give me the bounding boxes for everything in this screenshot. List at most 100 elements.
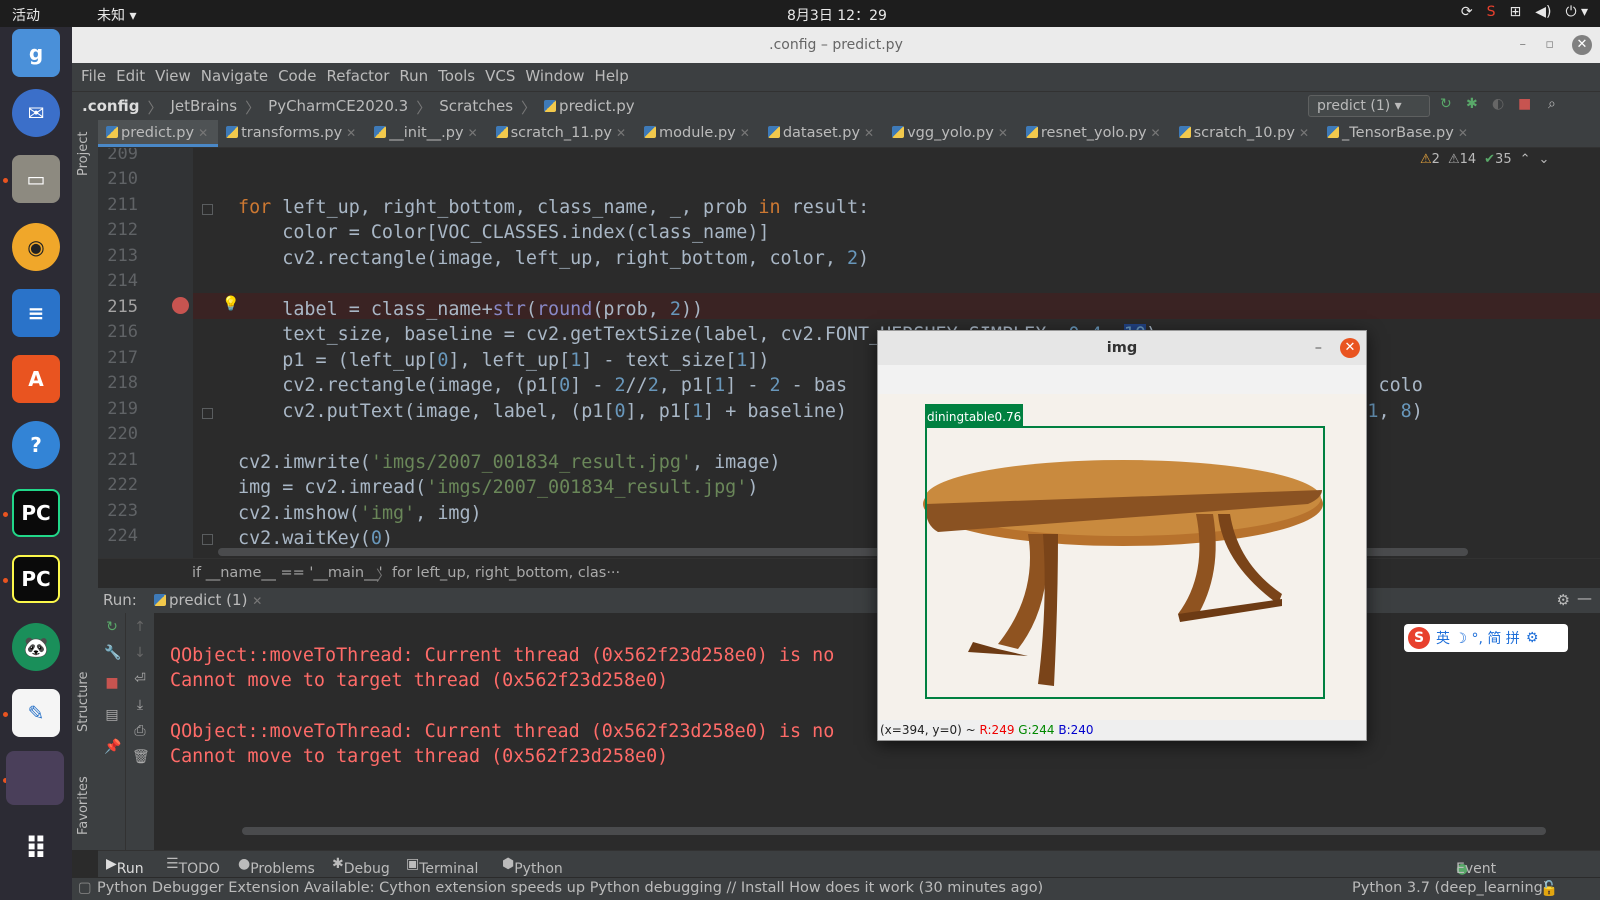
code-editor[interactable]: 209 210 211 212 213 214 215 216 217 218 … [98,148,1600,558]
wrench-icon[interactable]: 🔧 [104,645,121,661]
panda-icon[interactable]: 🐼 [12,623,60,671]
text-editor-icon[interactable]: ✎ [12,689,60,737]
layout-icon[interactable]: ▤ [104,707,120,723]
maximize-button[interactable]: ▫ [1545,27,1554,63]
search-icon[interactable]: ⌕ [1548,96,1556,112]
lightbulb-icon[interactable]: 💡 [222,296,239,312]
close-tab-icon[interactable]: ✕ [346,126,356,140]
files-icon[interactable]: ▭ [12,155,60,203]
help-icon[interactable]: ? [12,421,60,469]
stop-icon[interactable]: ■ [1518,96,1531,112]
debug-icon[interactable]: ✱ [1466,96,1478,112]
writer-icon[interactable]: ≡ [12,289,60,337]
chevron-up-icon[interactable]: ⌃ [1520,152,1531,167]
close-tab-icon[interactable]: ✕ [468,126,478,140]
rerun-icon[interactable]: ↻ [104,619,120,635]
breadcrumb-item[interactable]: Scratches [439,97,513,118]
structure-tool-button[interactable]: Structure [76,672,91,732]
rhythmbox-icon[interactable]: ◉ [12,223,60,271]
tab-dataset[interactable]: dataset.py ✕ [760,120,884,147]
tab-predict[interactable]: predict.py ✕ [98,120,219,147]
scroll-to-end-icon[interactable]: ⤓ [132,697,148,713]
project-tool-button[interactable]: Project [76,132,91,176]
menu-edit[interactable]: Edit [111,63,150,91]
tab-transforms[interactable]: transforms.py ✕ [218,120,366,147]
hide-panel-icon[interactable]: — [1577,589,1592,607]
menu-tools[interactable]: Tools [433,63,480,91]
up-arrow-icon[interactable]: ↑ [132,619,148,635]
menu-file[interactable]: File [76,63,111,91]
menu-view[interactable]: View [150,63,196,91]
bottom-tab-todo[interactable]: ☰ TODO [166,856,220,877]
tab-module[interactable]: module.py ✕ [636,120,760,147]
trash-icon[interactable]: 🗑 [132,749,150,765]
lock-icon[interactable]: 🔓 [1540,880,1558,897]
close-tab-icon[interactable]: ✕ [252,594,262,608]
breadcrumb-item[interactable]: JetBrains [170,97,237,118]
app-menu[interactable]: 未知 ▾ [97,5,136,25]
clock[interactable]: 8月3日 12：29 [787,5,887,25]
tab-init[interactable]: __init__.py ✕ [366,120,487,147]
system-tray[interactable]: ⟳ S ⊞ ◀) ⏻ ▾ [1461,4,1588,20]
close-tab-icon[interactable]: ✕ [1299,126,1309,140]
layout-toggle-icon[interactable]: ▢ [78,880,92,896]
minimize-button[interactable]: – [1520,27,1527,63]
coverage-icon[interactable]: ◐ [1492,96,1504,112]
ime-toolbar[interactable]: S 英 ☽ °, 简 拼 ⚙ [1404,624,1568,652]
rerun-icon[interactable]: ↻ [1440,96,1452,112]
tab-tensorbase[interactable]: _TensorBase.py ✕ [1319,120,1478,147]
interpreter-selector[interactable]: Python 3.7 (deep_learning) [1352,880,1549,896]
sogou-logo-icon[interactable]: S [1408,627,1430,649]
power-icon[interactable]: ⏻ ▾ [1565,4,1588,20]
gear-icon[interactable]: ⚙ [1557,591,1570,609]
update-icon[interactable]: ⟳ [1461,4,1473,20]
stop-icon[interactable]: ■ [104,675,120,691]
menu-run[interactable]: Run [394,63,433,91]
bottom-tab-run[interactable]: ▶ Run [106,856,144,877]
tab-vgg-yolo[interactable]: vgg_yolo.py ✕ [884,120,1018,147]
close-tab-icon[interactable]: ✕ [1151,126,1161,140]
minimize-button[interactable]: – [1315,331,1322,365]
bottom-tab-terminal[interactable]: ▣ Terminal [406,856,478,877]
bottom-tab-python-console[interactable]: ⬢ Python Console [502,856,570,893]
bottom-tab-problems[interactable]: ● Problems [238,856,315,877]
menu-navigate[interactable]: Navigate [196,63,273,91]
soft-wrap-icon[interactable]: ⏎ [132,671,148,687]
bottom-tab-debug[interactable]: ✱ Debug [332,856,390,877]
menu-help[interactable]: Help [590,63,634,91]
tab-scratch-10[interactable]: scratch_10.py ✕ [1171,120,1319,147]
menu-window[interactable]: Window [520,63,589,91]
pycharm-icon[interactable]: PC [12,555,60,603]
breadcrumb-item[interactable]: .config [82,97,139,118]
fold-icon[interactable] [202,408,213,419]
horizontal-scrollbar[interactable] [242,827,1546,835]
chevron-down-icon[interactable]: ⌄ [1539,152,1550,167]
code-breadcrumb-item[interactable]: if __name__ == '__main__' [192,565,383,581]
volume-icon[interactable]: ◀) [1535,4,1551,20]
close-tab-icon[interactable]: ✕ [740,126,750,140]
close-tab-icon[interactable]: ✕ [1458,126,1468,140]
close-tab-icon[interactable]: ✕ [616,126,626,140]
print-icon[interactable]: ⎙ [132,723,148,739]
close-button[interactable]: ✕ [1340,338,1360,358]
network-icon[interactable]: ⊞ [1509,4,1521,20]
breadcrumb-item[interactable]: PyCharmCE2020.3 [268,97,408,118]
tab-resnet-yolo[interactable]: resnet_yolo.py ✕ [1018,120,1171,147]
result-image[interactable]: diningtable0.76 [878,394,1366,720]
show-apps-icon[interactable]: ⠿ [12,825,60,873]
software-icon[interactable]: g [12,29,60,77]
menu-vcs[interactable]: VCS [480,63,520,91]
breadcrumb-item[interactable]: predict.py [544,97,635,118]
fold-icon[interactable] [202,204,213,215]
ime-modes[interactable]: 英 ☽ °, 简 拼 [1436,628,1520,648]
sogou-icon[interactable]: S [1487,4,1496,20]
fold-icon[interactable] [202,534,213,545]
menu-code[interactable]: Code [273,63,321,91]
breakpoint-icon[interactable] [172,297,189,314]
running-app-icon[interactable] [6,751,64,805]
close-tab-icon[interactable]: ✕ [864,126,874,140]
gear-icon[interactable]: ⚙ [1526,630,1539,646]
activities-button[interactable]: 活动 [12,5,40,25]
down-arrow-icon[interactable]: ↓ [132,645,148,661]
run-tab[interactable]: predict (1) ✕ [154,591,262,609]
